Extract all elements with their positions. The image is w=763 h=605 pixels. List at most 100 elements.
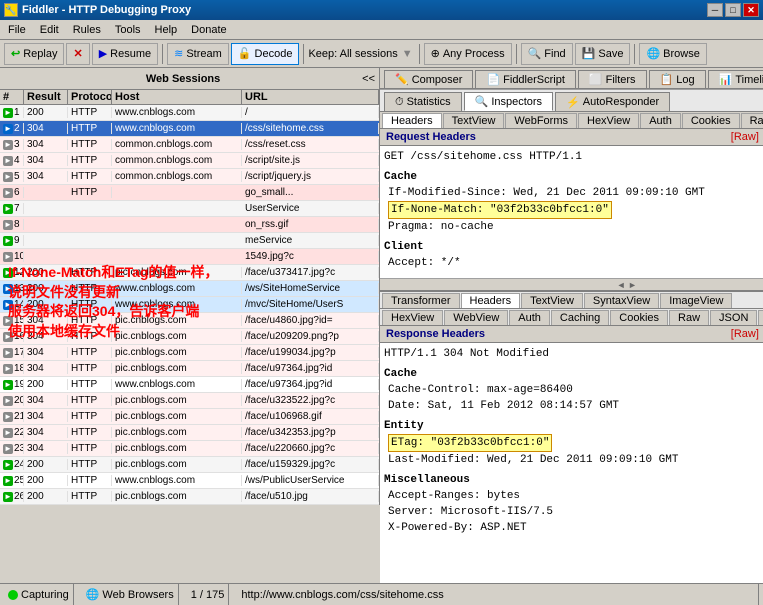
table-row[interactable]: ►5 304 HTTP common.cnblogs.com /script/j… (0, 169, 379, 185)
tab-inspectors[interactable]: 🔍 Inspectors (464, 92, 553, 111)
cache-section-label: Cache (384, 169, 763, 185)
menu-rules[interactable]: Rules (67, 22, 107, 38)
table-row[interactable]: ►9 meService (0, 233, 379, 249)
sub-tab-webforms-req[interactable]: WebForms (505, 113, 577, 128)
table-row[interactable]: ►10 1549.jpg?c (0, 249, 379, 265)
table-row[interactable]: ►25 200 HTTP www.cnblogs.com /ws/PublicU… (0, 473, 379, 489)
table-row[interactable]: ►20 304 HTTP pic.cnblogs.com /face/u3235… (0, 393, 379, 409)
cell-result: 304 (24, 139, 68, 150)
stream-button[interactable]: ≋ Stream (167, 43, 229, 65)
table-row[interactable]: ►16 304 HTTP pic.cnblogs.com /face/u2092… (0, 329, 379, 345)
sessions-table[interactable]: # Result Protocol Host URL ►1 200 HTTP w… (0, 90, 379, 505)
cell-url: /ws/SiteHomeService (242, 283, 379, 294)
web-browsers-status: 🌐 Web Browsers (82, 584, 179, 605)
tab-fiddlerscript[interactable]: 📄 FiddlerScript (475, 70, 575, 88)
table-row[interactable]: ►21 304 HTTP pic.cnblogs.com /face/u1069… (0, 409, 379, 425)
table-row[interactable]: ►17 304 HTTP pic.cnblogs.com /face/u1990… (0, 345, 379, 361)
col-header-protocol: Protocol (68, 90, 112, 104)
row-icon: ► (3, 188, 13, 198)
cell-num: ►23 (0, 443, 24, 454)
table-row[interactable]: ►24 200 HTTP pic.cnblogs.com /face/u1593… (0, 457, 379, 473)
cell-result: 200 (24, 475, 68, 486)
sub-tab-auth-resp[interactable]: Auth (509, 310, 550, 325)
sub-tab-cookies-resp[interactable]: Cookies (610, 310, 668, 325)
minimize-button[interactable]: ─ (707, 3, 723, 17)
tab-log[interactable]: 📋 Log (649, 70, 706, 88)
decode-button[interactable]: 🔓 Decode (231, 43, 300, 65)
etag-highlight: ETag: "03f2b33c0bfcc1:0" (388, 434, 552, 452)
raw-link-req[interactable]: [Raw] (731, 131, 759, 143)
cell-num: ►19 (0, 379, 24, 390)
menu-file[interactable]: File (2, 22, 32, 38)
table-row[interactable]: ►12 200 HTTP pic.cnblogs.com /face/u3734… (0, 265, 379, 281)
sub-tab-auth-req[interactable]: Auth (640, 113, 681, 128)
maximize-button[interactable]: □ (725, 3, 741, 17)
sub-tab-transformer-resp[interactable]: Transformer (382, 293, 460, 308)
menu-donate[interactable]: Donate (185, 22, 232, 38)
sub-tab-raw-resp[interactable]: Raw (669, 310, 709, 325)
sub-tab-raw-req[interactable]: Raw (741, 113, 763, 128)
save-label: Save (598, 48, 623, 60)
sub-tab-syntaxview-resp[interactable]: SyntaxView (584, 293, 659, 308)
replay-button[interactable]: ↩ Replay (4, 43, 64, 65)
save-button[interactable]: 💾 Save (575, 43, 631, 65)
table-row[interactable]: ►18 304 HTTP pic.cnblogs.com /face/u9736… (0, 361, 379, 377)
keep-dropdown-icon[interactable]: ▼ (402, 48, 413, 60)
cell-protocol: HTTP (68, 363, 112, 374)
resume-button[interactable]: ▶ Resume (92, 43, 158, 65)
date-value: Date: Sat, 11 Feb 2012 08:14:57 GMT (384, 398, 763, 414)
composer-label: Composer (412, 74, 463, 86)
table-row[interactable]: ►22 304 HTTP pic.cnblogs.com /face/u3423… (0, 425, 379, 441)
process-button[interactable]: ⊕ Any Process (424, 43, 512, 65)
cell-result: 200 (24, 107, 68, 118)
table-row[interactable]: ►13 200 HTTP www.cnblogs.com /ws/SiteHom… (0, 281, 379, 297)
sub-tab-webview-resp[interactable]: WebView (444, 310, 508, 325)
table-row[interactable]: ►2 304 HTTP www.cnblogs.com /css/sitehom… (0, 121, 379, 137)
table-row[interactable]: ►26 200 HTTP pic.cnblogs.com /face/u510.… (0, 489, 379, 505)
menu-edit[interactable]: Edit (34, 22, 65, 38)
if-none-match-value: If-None-Match: "03f2b33c0bfcc1:0" (384, 201, 763, 219)
sub-tab-json-resp[interactable]: JSON (710, 310, 757, 325)
browse-button[interactable]: 🌐 Browse (639, 43, 706, 65)
chevron-button[interactable]: << (362, 73, 375, 85)
tab-filters[interactable]: ⬜ Filters (578, 70, 647, 88)
table-row[interactable]: ►8 on_rss.gif (0, 217, 379, 233)
find-label: Find (544, 48, 565, 60)
table-row[interactable]: ►6 HTTP go_small... (0, 185, 379, 201)
table-row[interactable]: ►3 304 HTTP common.cnblogs.com /css/rese… (0, 137, 379, 153)
table-row[interactable]: ►15 304 HTTP pic.cnblogs.com /face/u4860… (0, 313, 379, 329)
sub-tab-caching-resp[interactable]: Caching (551, 310, 609, 325)
sub-tab-textview-resp[interactable]: TextView (521, 293, 583, 308)
tab-composer[interactable]: ✏️ Composer (384, 70, 473, 88)
scrollbar-placeholder (384, 271, 763, 275)
col-header-num: # (0, 90, 24, 104)
sessions-title: Web Sessions (4, 73, 362, 85)
table-row[interactable]: ►14 200 HTTP www.cnblogs.com /mvc/SiteHo… (0, 297, 379, 313)
request-header-content: GET /css/sitehome.css HTTP/1.1 Cache If-… (380, 146, 763, 278)
menu-help[interactable]: Help (149, 22, 184, 38)
tab-timeline[interactable]: 📊 Timeline (708, 70, 763, 88)
sub-tab-hexview-resp[interactable]: HexView (382, 310, 443, 325)
table-row[interactable]: ►19 200 HTTP www.cnblogs.com /face/u9736… (0, 377, 379, 393)
sub-tab-headers-resp[interactable]: Headers (461, 293, 521, 308)
sub-tab-xml-resp[interactable]: XML (758, 310, 763, 325)
row-icon: ► (3, 492, 13, 502)
table-row[interactable]: ►4 304 HTTP common.cnblogs.com /script/s… (0, 153, 379, 169)
table-row[interactable]: ►23 304 HTTP pic.cnblogs.com /face/u2206… (0, 441, 379, 457)
close-button[interactable]: ✕ (743, 3, 759, 17)
sub-tab-textview-req[interactable]: TextView (443, 113, 505, 128)
raw-link-resp[interactable]: [Raw] (731, 328, 759, 340)
sub-tab-headers-req[interactable]: Headers (382, 113, 442, 128)
sub-tab-cookies-req[interactable]: Cookies (682, 113, 740, 128)
stop-button[interactable]: ✕ (66, 43, 89, 65)
stop-icon: ✕ (73, 47, 82, 60)
tab-statistics[interactable]: ⏱ Statistics (384, 92, 462, 111)
table-row[interactable]: ►1 200 HTTP www.cnblogs.com / (0, 105, 379, 121)
tab-autoresponder[interactable]: ⚡ AutoResponder (555, 92, 670, 111)
sub-tab-hexview-req[interactable]: HexView (578, 113, 639, 128)
find-button[interactable]: 🔍 Find (521, 43, 573, 65)
menu-tools[interactable]: Tools (109, 22, 147, 38)
sub-tab-imageview-resp[interactable]: ImageView (660, 293, 732, 308)
table-row[interactable]: ►7 UserService (0, 201, 379, 217)
window-controls[interactable]: ─ □ ✕ (707, 3, 759, 17)
